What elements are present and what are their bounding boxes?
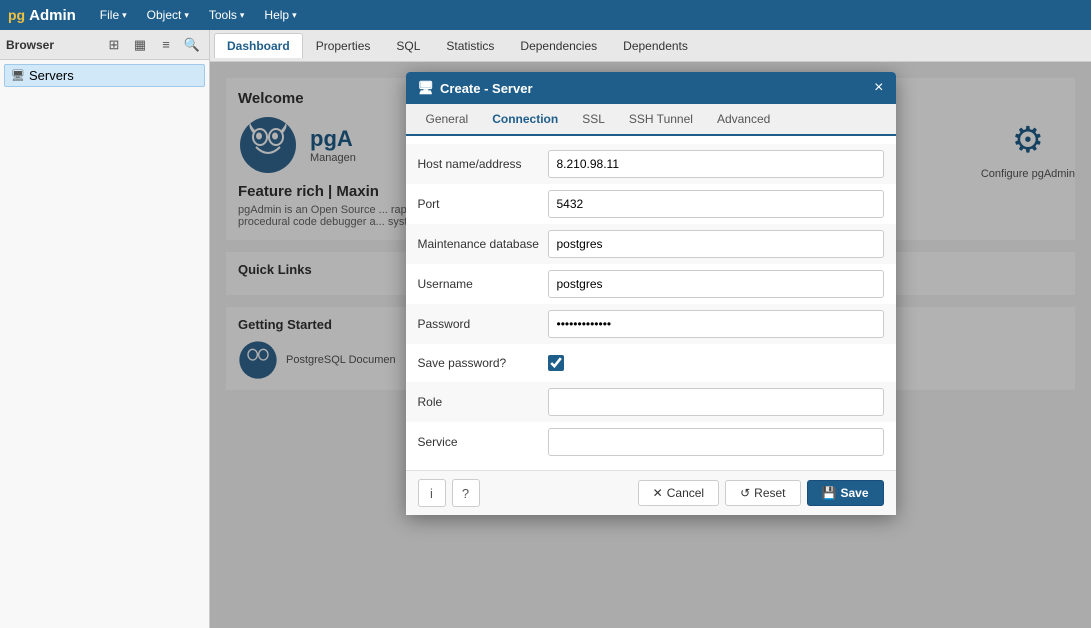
host-input[interactable] bbox=[548, 150, 884, 178]
top-menu: File ▾ Object ▾ Tools ▾ Help ▾ bbox=[92, 6, 305, 24]
modal-tabs: General Connection SSL SSH Tunnel Advanc… bbox=[406, 104, 896, 136]
cancel-button[interactable]: ✕ Cancel bbox=[638, 480, 719, 506]
server-icon: 🖥 bbox=[418, 80, 435, 96]
topbar: pgAdmin File ▾ Object ▾ Tools ▾ Help ▾ bbox=[0, 0, 1091, 30]
servers-tree-item[interactable]: 🖥 Servers bbox=[4, 64, 205, 87]
save-password-label: Save password? bbox=[418, 356, 548, 370]
host-row: Host name/address bbox=[406, 144, 896, 184]
modal-footer: i ? ✕ Cancel ↺ Reset 💾 Sa bbox=[406, 470, 896, 515]
host-label: Host name/address bbox=[418, 157, 548, 171]
password-row: Password bbox=[406, 304, 896, 344]
chevron-down-icon: ▾ bbox=[292, 10, 297, 21]
chevron-down-icon: ▾ bbox=[122, 10, 127, 21]
username-input[interactable] bbox=[548, 270, 884, 298]
modal-overlay: 🖥 Create - Server × General Connection S… bbox=[210, 62, 1091, 628]
save-icon: 💾 bbox=[822, 486, 837, 500]
maintenance-db-label: Maintenance database bbox=[418, 237, 548, 251]
modal-body: Host name/address Port Maintenance datab… bbox=[406, 136, 896, 470]
list-icon[interactable]: ≡ bbox=[155, 34, 177, 56]
port-row: Port bbox=[406, 184, 896, 224]
chevron-down-icon: ▾ bbox=[240, 10, 245, 21]
save-button[interactable]: 💾 Save bbox=[807, 480, 884, 506]
port-input[interactable] bbox=[548, 190, 884, 218]
modal-header: 🖥 Create - Server × bbox=[406, 72, 896, 104]
menu-file[interactable]: File ▾ bbox=[92, 6, 135, 24]
tab-sql[interactable]: SQL bbox=[383, 33, 433, 58]
tab-dependencies[interactable]: Dependencies bbox=[507, 33, 610, 58]
save-password-row: Save password? bbox=[406, 344, 896, 382]
left-panel: Browser ⊞ ▦ ≡ 🔍 🖥 Servers bbox=[0, 30, 210, 628]
modal-tab-connection[interactable]: Connection bbox=[480, 104, 570, 136]
browser-label: Browser bbox=[6, 38, 99, 52]
grid-icon[interactable]: ⊞ bbox=[103, 34, 125, 56]
server-icon: 🖥 bbox=[11, 69, 25, 82]
reset-label: Reset bbox=[754, 486, 785, 500]
maintenance-db-row: Maintenance database bbox=[406, 224, 896, 264]
modal-tab-ssh-tunnel[interactable]: SSH Tunnel bbox=[617, 104, 705, 136]
service-row: Service bbox=[406, 422, 896, 462]
password-input[interactable] bbox=[548, 310, 884, 338]
modal-title: 🖥 Create - Server bbox=[418, 80, 533, 96]
role-input[interactable] bbox=[548, 388, 884, 416]
password-label: Password bbox=[418, 317, 548, 331]
modal-tab-general[interactable]: General bbox=[414, 104, 481, 136]
content-area: Welcome bbox=[210, 62, 1091, 628]
menu-tools[interactable]: Tools ▾ bbox=[201, 6, 253, 24]
role-label: Role bbox=[418, 395, 548, 409]
info-button[interactable]: i bbox=[418, 479, 446, 507]
modal-close-button[interactable]: × bbox=[874, 80, 883, 96]
modal-tab-ssl[interactable]: SSL bbox=[570, 104, 617, 136]
role-row: Role bbox=[406, 382, 896, 422]
service-input[interactable] bbox=[548, 428, 884, 456]
tab-properties[interactable]: Properties bbox=[303, 33, 384, 58]
logo-pg: pg bbox=[8, 7, 25, 23]
tree-area: 🖥 Servers bbox=[0, 60, 209, 91]
app-logo: pgAdmin bbox=[8, 7, 76, 24]
logo-admin: Admin bbox=[29, 7, 76, 24]
save-password-checkbox[interactable] bbox=[548, 355, 564, 371]
create-server-modal: 🖥 Create - Server × General Connection S… bbox=[406, 72, 896, 515]
main-layout: Browser ⊞ ▦ ≡ 🔍 🖥 Servers Dashboard Prop… bbox=[0, 30, 1091, 628]
menu-help[interactable]: Help ▾ bbox=[256, 6, 304, 24]
table-icon[interactable]: ▦ bbox=[129, 34, 151, 56]
save-password-wrapper bbox=[548, 355, 564, 371]
reset-icon: ↺ bbox=[740, 486, 750, 500]
cancel-icon: ✕ bbox=[653, 486, 663, 500]
nav-tabs: Dashboard Properties SQL Statistics Depe… bbox=[210, 30, 1091, 62]
servers-label: Servers bbox=[29, 68, 74, 83]
port-label: Port bbox=[418, 197, 548, 211]
right-panel: Dashboard Properties SQL Statistics Depe… bbox=[210, 30, 1091, 628]
tab-dependents[interactable]: Dependents bbox=[610, 33, 701, 58]
menu-object[interactable]: Object ▾ bbox=[139, 6, 197, 24]
modal-tab-advanced[interactable]: Advanced bbox=[705, 104, 782, 136]
username-label: Username bbox=[418, 277, 548, 291]
username-row: Username bbox=[406, 264, 896, 304]
reset-button[interactable]: ↺ Reset bbox=[725, 480, 800, 506]
maintenance-db-input[interactable] bbox=[548, 230, 884, 258]
search-icon[interactable]: 🔍 bbox=[181, 34, 203, 56]
tab-dashboard[interactable]: Dashboard bbox=[214, 33, 303, 58]
save-label: Save bbox=[840, 486, 868, 500]
service-label: Service bbox=[418, 435, 548, 449]
help-button[interactable]: ? bbox=[452, 479, 480, 507]
chevron-down-icon: ▾ bbox=[184, 10, 189, 21]
tab-statistics[interactable]: Statistics bbox=[433, 33, 507, 58]
browser-toolbar: Browser ⊞ ▦ ≡ 🔍 bbox=[0, 30, 209, 60]
cancel-label: Cancel bbox=[667, 486, 704, 500]
